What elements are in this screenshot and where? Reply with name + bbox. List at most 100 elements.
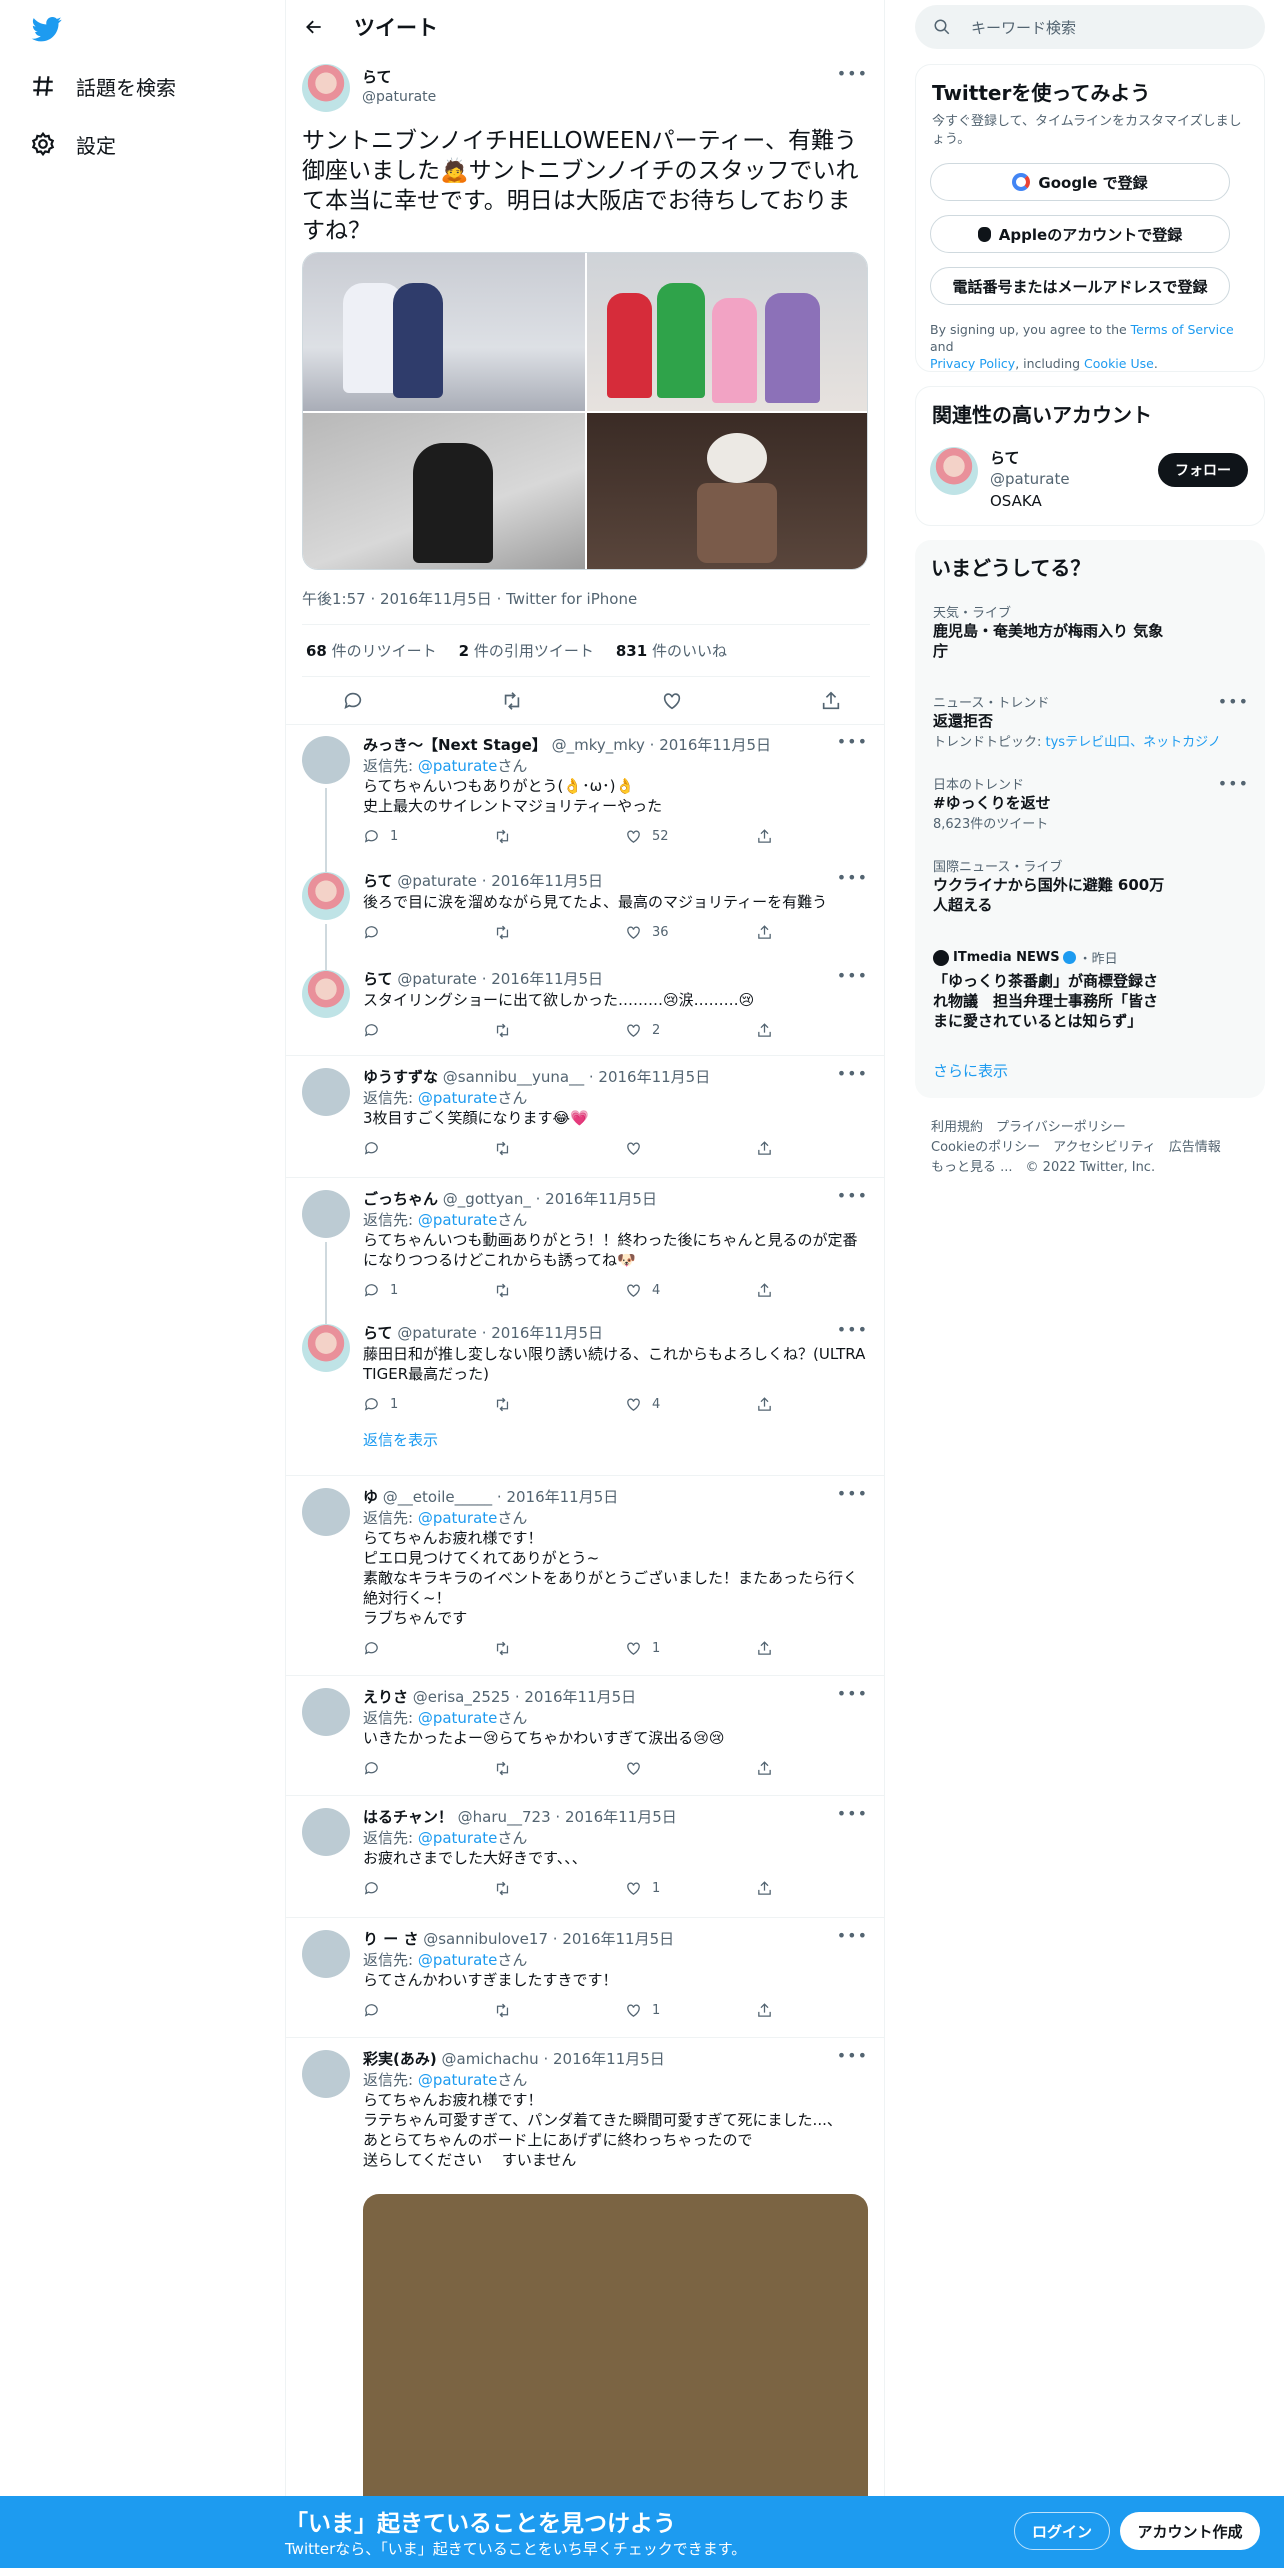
media-photo-4[interactable] [587,413,867,569]
footer-link[interactable]: プライバシーポリシー [996,1120,1126,1135]
more-icon[interactable]: ••• [1218,692,1249,711]
retweet-button[interactable] [494,1140,584,1157]
reply-button[interactable] [363,1880,453,1897]
google-signup-button[interactable]: Google で登録 [930,163,1230,201]
reply-tweet[interactable]: えりさ @erisa_2525 · 2016年11月5日 ••• 返信先: @pat… [286,1676,884,1796]
like-icon[interactable] [661,690,683,712]
reply-author-name[interactable]: らて [363,872,393,890]
show-replies-link[interactable]: 返信を表示 [363,1430,868,1450]
like-button[interactable]: 36 [625,924,715,941]
signup-button[interactable]: アカウント作成 [1120,2512,1260,2550]
retweet-count[interactable]: 68 件のリツイート [306,640,437,661]
mention-link[interactable]: @paturate [418,1829,498,1847]
reply-author-handle[interactable]: @_gottyan_ [443,1190,531,1208]
twitter-logo-icon[interactable] [30,14,64,44]
more-icon[interactable]: ••• [837,1186,868,1205]
reply-author-handle[interactable]: @paturate [397,1324,477,1342]
avatar[interactable] [302,64,350,112]
nav-settings[interactable]: 設定 [30,124,116,164]
apple-signup-button[interactable]: Appleのアカウントで登録 [930,215,1230,253]
tweet-date[interactable]: 2016年11月5日 [380,590,492,608]
show-more-link[interactable]: さらに表示 [933,1060,1008,1081]
back-arrow-icon[interactable] [304,17,324,37]
reply-author-name[interactable]: はるチャン！ [363,1808,453,1826]
media-photo-1[interactable] [303,253,585,411]
more-icon[interactable]: ••• [837,868,868,887]
avatar[interactable] [302,1190,350,1238]
share-button[interactable] [756,924,783,941]
reply-author-name[interactable]: らて [363,1324,393,1342]
avatar[interactable] [302,1930,350,1978]
footer-link[interactable]: 利用規約 [931,1120,983,1135]
reply-author-name[interactable]: ゆ [363,1488,378,1506]
like-button[interactable] [625,1140,715,1157]
reply-author-name[interactable]: らて [363,970,393,988]
reply-date[interactable]: 2016年11月5日 [491,1324,603,1342]
related-account[interactable]: らて @paturate OSAKA [990,447,1070,510]
tweet-time[interactable]: 午後1:57 [302,590,366,608]
avatar[interactable] [302,1688,350,1736]
reply-author-handle[interactable]: @_mky_mky [552,736,645,754]
reply-button[interactable] [363,1760,453,1777]
search-input[interactable]: キーワード検索 [915,5,1265,49]
reply-button[interactable]: 1 [363,1396,453,1413]
avatar[interactable] [302,872,350,920]
media-photo-2[interactable] [587,253,867,411]
reply-button[interactable] [363,2002,453,2019]
mention-link[interactable]: @paturate [418,1951,498,1969]
reply-date[interactable]: 2016年11月5日 [491,970,603,988]
reply-author-handle[interactable]: @paturate [397,872,477,890]
follow-button[interactable]: フォロー [1158,453,1248,487]
reply-author-name[interactable]: ゆうすずな [363,1068,438,1086]
share-button[interactable] [756,1640,783,1657]
nav-explore[interactable]: 話題を検索 [30,66,176,106]
like-count[interactable]: 831 件のいいね [616,640,727,661]
reply-button[interactable] [363,1140,453,1157]
reply-tweet[interactable]: みっき〜【Next Stage】 @_mky_mky · 2016年11月5日 •… [286,724,884,860]
share-button[interactable] [756,1140,783,1157]
footer-link[interactable]: Cookieのポリシー [931,1140,1040,1155]
reply-author-handle[interactable]: @paturate [397,970,477,988]
like-button[interactable]: 1 [625,1640,715,1657]
reply-date[interactable]: 2016年11月5日 [565,1808,677,1826]
retweet-button[interactable] [494,924,584,941]
share-icon[interactable] [820,690,842,712]
login-button[interactable]: ログイン [1014,2512,1110,2550]
like-button[interactable]: 2 [625,1022,715,1039]
reply-tweet[interactable]: はるチャン！ @haru__723 · 2016年11月5日 ••• 返信先: @p… [286,1796,884,1918]
reply-author-handle[interactable]: @__etoile_____ [383,1488,492,1506]
cookie-link[interactable]: Cookie Use [1084,356,1154,371]
more-icon[interactable]: ••• [837,2046,868,2065]
more-icon[interactable]: ••• [837,966,868,985]
tweet-source[interactable]: Twitter for iPhone [506,590,637,608]
media-photo-3[interactable] [303,413,585,569]
trend-item[interactable]: ニュース・トレンド 返還拒否 トレンドトピック: tysテレビ山口、ネットカジノ… [933,692,1248,750]
avatar[interactable] [302,2050,350,2098]
reply-tweet[interactable]: らて @paturate · 2016年11月5日 ••• スタイリングショーに出て… [286,958,884,1056]
mention-link[interactable]: @paturate [418,2071,498,2089]
reply-author-handle[interactable]: @erisa_2525 [413,1688,510,1706]
reply-author-name[interactable]: みっき〜【Next Stage】 [363,736,547,754]
like-button[interactable] [625,1760,715,1777]
reply-tweet[interactable]: ゆ @__etoile_____ · 2016年11月5日 ••• 返信先: @pa… [286,1476,884,1676]
reply-date[interactable]: 2016年11月5日 [545,1190,657,1208]
retweet-button[interactable] [494,1760,584,1777]
reply-author-name[interactable]: ごっちゃん [363,1190,438,1208]
reply-button[interactable] [363,924,453,941]
privacy-link[interactable]: Privacy Policy [930,356,1015,371]
share-button[interactable] [756,1880,783,1897]
news-item[interactable]: ITmedia NEWS ・昨日 「ゆっくり茶番劇」が商標登録さ れ物議 担当弁… [933,948,1243,1031]
reply-tweet[interactable]: ゆうすずな @sannibu__yuna__ · 2016年11月5日 ••• 返信… [286,1056,884,1178]
avatar[interactable] [302,1808,350,1856]
footer-link[interactable]: アクセシビリティ [1053,1140,1156,1155]
like-button[interactable]: 1 [625,1880,715,1897]
more-icon[interactable]: ••• [837,1926,868,1945]
reply-date[interactable]: 2016年11月5日 [524,1688,636,1706]
more-icon[interactable]: ••• [837,1064,868,1083]
reply-date[interactable]: 2016年11月5日 [659,736,771,754]
related-avatar[interactable] [930,447,978,495]
more-icon[interactable]: ••• [837,1804,868,1823]
trend-item[interactable]: 国際ニュース・ライブ ウクライナから国外に避難 600万 人超える [933,856,1243,915]
footer-more-link[interactable]: もっと見る ... [931,1160,1013,1175]
avatar[interactable] [302,736,350,784]
